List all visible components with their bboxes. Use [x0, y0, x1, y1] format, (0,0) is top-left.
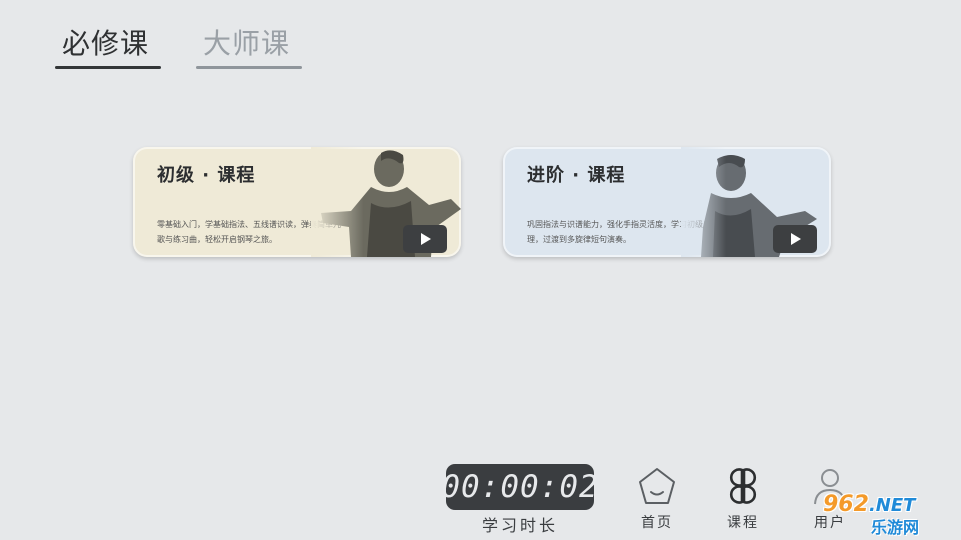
course-tabs: 必修课 大师课	[0, 0, 400, 80]
advanced-course-card[interactable]: 进阶 · 课程 巩固指法与识谱能力，强化手指灵活度，学习初级乐理，过渡到多旋律短…	[503, 147, 831, 257]
timer-value: 00:00:02	[441, 469, 599, 505]
play-button[interactable]	[773, 225, 817, 253]
nav-course-label: 课程	[727, 515, 759, 531]
card-title: 初级 · 课程	[157, 165, 256, 186]
nav-home[interactable]: 首页	[627, 464, 687, 540]
watermark-text: 乐游网	[871, 518, 920, 537]
tab-active-underline	[55, 66, 161, 69]
play-icon	[791, 233, 801, 245]
site-watermark: 962.NET 乐游网	[823, 492, 961, 540]
beginner-course-card[interactable]: 初级 · 课程 零基础入门，学基础指法、五线谱识读，弹奏简单儿歌与练习曲，轻松开…	[133, 147, 461, 257]
study-timer: 00:00:02	[441, 464, 598, 510]
timer-label: 学习时长	[481, 516, 558, 535]
tab-required-courses[interactable]: 必修课	[62, 22, 149, 62]
play-button[interactable]	[403, 225, 447, 253]
nav-home-label: 首页	[641, 515, 673, 531]
card-title: 进阶 · 课程	[527, 165, 626, 186]
tab-master-courses[interactable]: 大师课	[203, 22, 290, 62]
play-icon	[421, 233, 431, 245]
tab-inactive-underline	[196, 66, 302, 69]
nav-course[interactable]: 课程	[713, 464, 773, 540]
home-icon	[639, 468, 675, 504]
course-icon	[729, 468, 757, 504]
